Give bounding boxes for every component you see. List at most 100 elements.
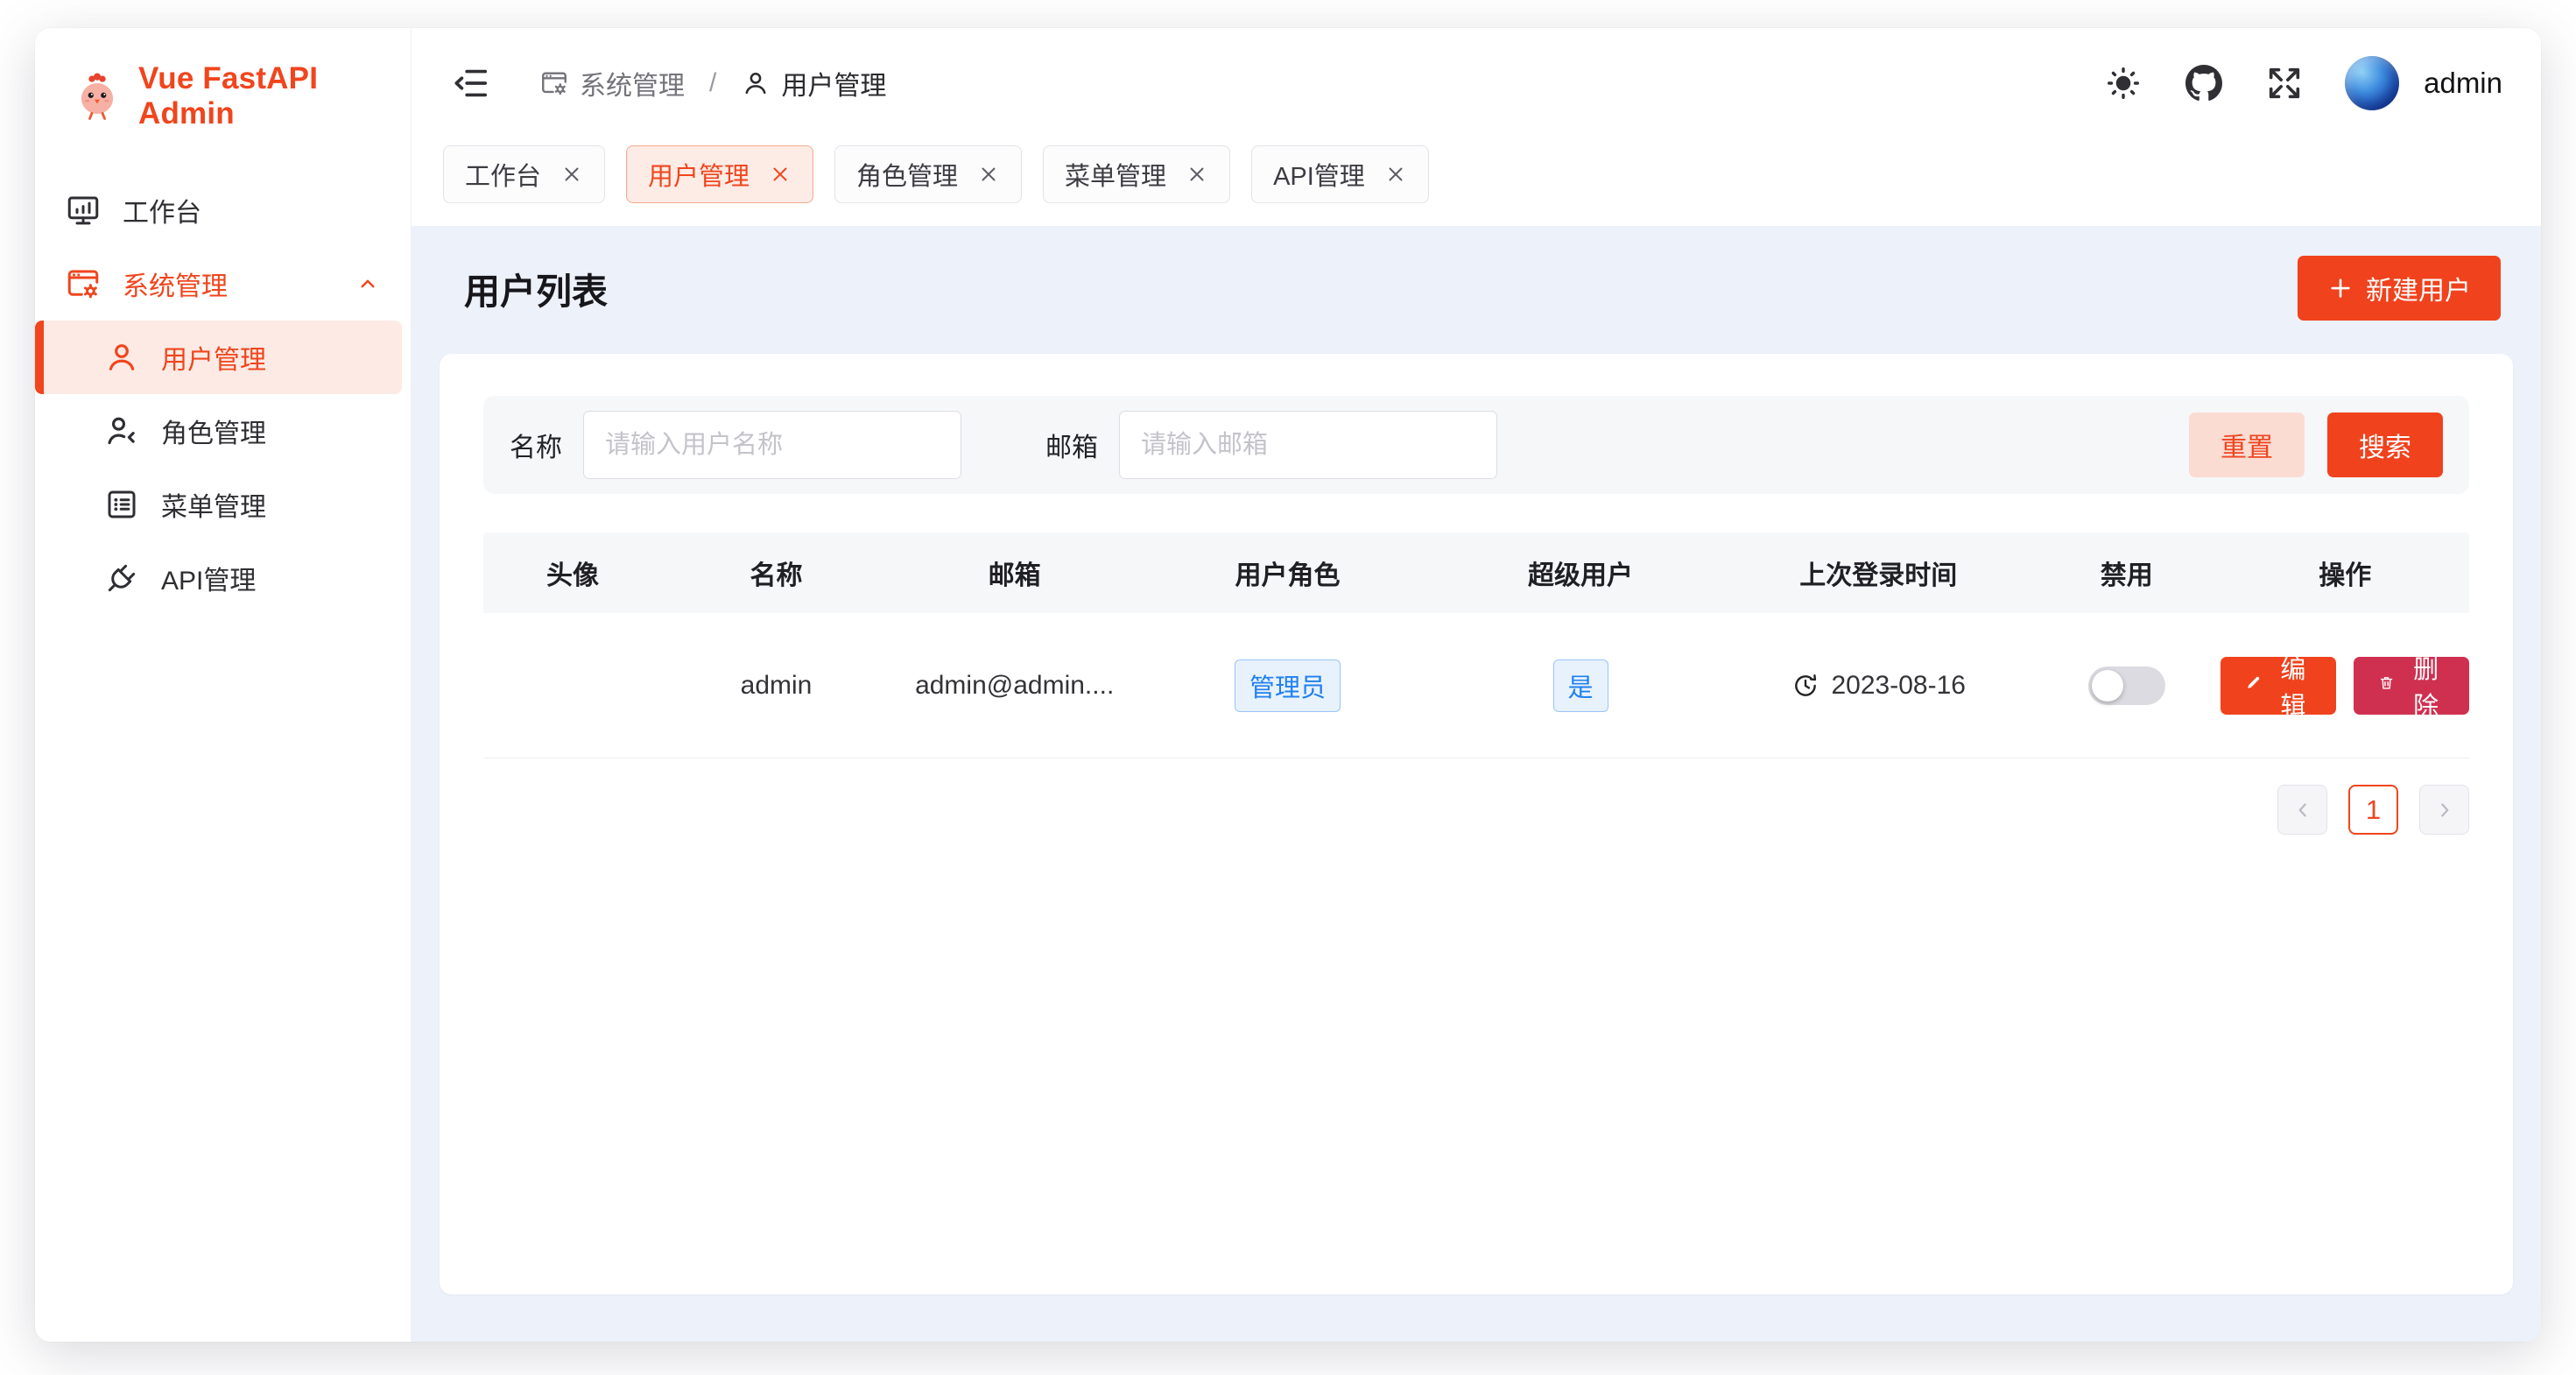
window-settings-icon — [539, 68, 569, 98]
page-header: 用户列表 新建用户 — [412, 226, 2541, 354]
name-cell: admin — [662, 671, 890, 701]
topbar-actions: admin — [2103, 56, 2502, 110]
sidebar-item-label: 菜单管理 — [161, 485, 266, 524]
sidebar-item-users[interactable]: 用户管理 — [35, 321, 402, 394]
username: admin — [2424, 67, 2502, 100]
close-icon[interactable] — [1186, 163, 1208, 186]
sidebar-menu: 工作台 系统管理 — [35, 158, 411, 615]
superuser-tag: 是 — [1553, 659, 1608, 712]
collapse-sidebar-icon[interactable] — [450, 63, 490, 103]
delete-label: 删除 — [2407, 649, 2445, 723]
disabled-cell — [2032, 666, 2221, 705]
reset-button[interactable]: 重置 — [2189, 412, 2305, 477]
sidebar-item-label: 用户管理 — [161, 338, 266, 377]
column-header-name: 名称 — [662, 554, 890, 592]
delete-button[interactable]: 删除 — [2354, 657, 2469, 715]
close-icon[interactable] — [977, 163, 1000, 186]
app-title: Vue FastAPI Admin — [138, 61, 411, 131]
main-area: 用户列表 新建用户 名称 邮箱 重置 搜索 — [412, 226, 2541, 1342]
prev-page-button[interactable] — [2277, 785, 2327, 835]
sun-icon[interactable] — [2103, 63, 2143, 103]
user-icon — [103, 339, 140, 376]
breadcrumb-separator: / — [709, 68, 716, 98]
breadcrumb-item-system[interactable]: 系统管理 — [539, 64, 685, 102]
avatar[interactable] — [2345, 56, 2399, 110]
plus-icon — [2327, 275, 2354, 301]
sidebar-item-label: API管理 — [161, 559, 256, 597]
users-table: 头像 名称 邮箱 用户角色 超级用户 上次登录时间 禁用 操作 admin ad… — [483, 532, 2469, 758]
breadcrumb-item-users[interactable]: 用户管理 — [741, 64, 886, 102]
tab-label: 角色管理 — [856, 156, 958, 193]
app-window: Vue FastAPI Admin 工作台 — [35, 28, 2541, 1342]
role-cell: 管理员 — [1138, 659, 1436, 712]
chick-logo-icon — [72, 71, 123, 122]
sidebar-item-workbench[interactable]: 工作台 — [35, 173, 411, 247]
close-icon[interactable] — [1384, 163, 1407, 186]
chevron-up-icon — [355, 271, 381, 297]
sidebar-item-system[interactable]: 系统管理 — [35, 247, 411, 321]
tab-roles[interactable]: 角色管理 — [834, 145, 1022, 203]
tab-label: 菜单管理 — [1065, 156, 1166, 193]
email-filter-label: 邮箱 — [1045, 426, 1098, 464]
column-header-actions: 操作 — [2221, 554, 2469, 592]
filter-bar: 名称 邮箱 重置 搜索 — [483, 396, 2469, 494]
table-row: admin admin@admin.... 管理员 是 — [483, 613, 2469, 758]
tab-apis[interactable]: API管理 — [1251, 145, 1429, 203]
content-column: 系统管理 / 用户管理 — [412, 28, 2541, 1342]
filter-actions: 重置 搜索 — [2189, 412, 2443, 477]
toggle-knob — [2092, 670, 2123, 702]
tabs-bar: 工作台 用户管理 角色管理 菜单管理 — [412, 138, 2541, 226]
create-user-button[interactable]: 新建用户 — [2298, 256, 2501, 321]
github-icon[interactable] — [2184, 63, 2224, 103]
breadcrumb-label: 用户管理 — [781, 64, 886, 102]
last-login-cell: 2023-08-16 — [1724, 671, 2032, 701]
breadcrumb: 系统管理 / 用户管理 — [539, 64, 886, 102]
close-icon[interactable] — [769, 163, 792, 186]
monitor-icon — [65, 192, 102, 229]
clock-history-icon — [1791, 672, 1819, 700]
page-title: 用户列表 — [464, 262, 608, 314]
tab-menus[interactable]: 菜单管理 — [1043, 145, 1230, 203]
tab-label: 用户管理 — [648, 156, 750, 193]
superuser-cell: 是 — [1437, 659, 1725, 712]
trash-icon — [2378, 674, 2395, 697]
pagination: 1 — [483, 785, 2469, 835]
last-login-value: 2023-08-16 — [1832, 671, 1966, 701]
tab-users[interactable]: 用户管理 — [626, 145, 813, 203]
close-icon[interactable] — [560, 163, 583, 186]
user-icon — [741, 68, 771, 98]
expand-icon[interactable] — [2264, 63, 2305, 103]
content-card: 名称 邮箱 重置 搜索 头像 名称 邮箱 用户角色 超级用户 — [440, 354, 2513, 1294]
table-header-row: 头像 名称 邮箱 用户角色 超级用户 上次登录时间 禁用 操作 — [483, 532, 2469, 613]
role-tag[interactable]: 管理员 — [1235, 659, 1341, 712]
sidebar-item-menus[interactable]: 菜单管理 — [35, 468, 411, 541]
column-header-role: 用户角色 — [1138, 554, 1436, 592]
tab-workbench[interactable]: 工作台 — [443, 145, 605, 203]
disable-toggle[interactable] — [2088, 666, 2165, 705]
next-page-button[interactable] — [2419, 785, 2469, 835]
plug-icon — [103, 560, 140, 596]
column-header-avatar: 头像 — [483, 554, 662, 592]
search-button[interactable]: 搜索 — [2327, 412, 2443, 477]
sidebar: Vue FastAPI Admin 工作台 — [35, 28, 412, 1342]
menu-list-icon — [103, 486, 140, 523]
tab-label: API管理 — [1273, 156, 1365, 193]
breadcrumb-label: 系统管理 — [580, 64, 685, 102]
sidebar-item-label: 系统管理 — [123, 264, 228, 303]
column-header-disabled: 禁用 — [2032, 554, 2221, 592]
create-user-label: 新建用户 — [2366, 269, 2471, 307]
column-header-last-login: 上次登录时间 — [1724, 554, 2032, 592]
sidebar-item-roles[interactable]: 角色管理 — [35, 394, 411, 468]
page-number-button[interactable]: 1 — [2348, 785, 2398, 835]
sidebar-item-label: 工作台 — [123, 191, 201, 229]
email-filter-input[interactable] — [1119, 411, 1497, 479]
pencil-icon — [2245, 674, 2262, 697]
column-header-superuser: 超级用户 — [1437, 554, 1725, 592]
name-filter-input[interactable] — [583, 411, 961, 479]
actions-cell: 编辑 删除 — [2221, 657, 2469, 715]
name-filter-label: 名称 — [510, 426, 562, 464]
sidebar-item-label: 角色管理 — [161, 412, 266, 450]
edit-button[interactable]: 编辑 — [2221, 657, 2336, 715]
sidebar-item-apis[interactable]: API管理 — [35, 541, 411, 615]
window-settings-icon — [65, 265, 102, 302]
